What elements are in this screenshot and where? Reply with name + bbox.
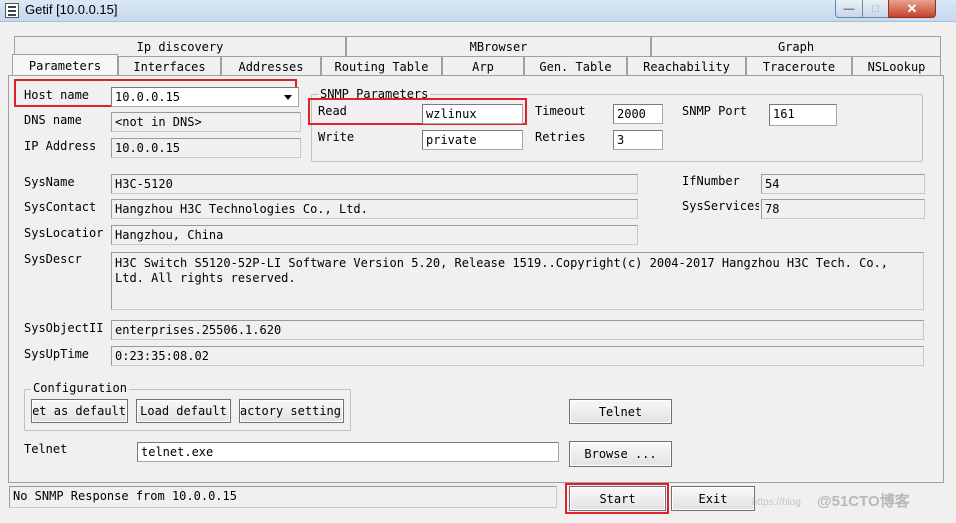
title-bar	[0, 0, 956, 22]
ip-address-label: IP Address	[24, 139, 97, 153]
factory-setting-label: Factory setting	[239, 404, 341, 418]
host-name-value: 10.0.0.15	[115, 90, 181, 104]
read-community-input[interactable]: wzlinux	[422, 104, 523, 124]
tab-traceroute[interactable]: Traceroute	[746, 56, 852, 76]
tab-reachability[interactable]: Reachability	[627, 56, 746, 76]
syslocation-label: SysLocatior	[24, 226, 104, 240]
sysservices-value: 78	[765, 202, 780, 216]
start-label: Start	[599, 491, 636, 506]
write-community-value: private	[426, 133, 477, 147]
write-label: Write	[318, 130, 355, 144]
maximize-button[interactable]: □	[862, 0, 889, 18]
dns-name-field: <not in DNS>	[111, 112, 301, 132]
close-button[interactable]: ✕	[888, 0, 936, 18]
telnet-label: Telnet	[24, 442, 68, 456]
snmp-port-input[interactable]: 161	[769, 104, 837, 126]
browse-button[interactable]: Browse ...	[569, 441, 672, 467]
tab-mbrowser[interactable]: MBrowser	[346, 36, 651, 56]
tab-nslookup[interactable]: NSLookup	[852, 56, 941, 76]
watermark-url: https://blog	[752, 497, 801, 508]
ifnumber-value: 54	[765, 177, 780, 191]
sysdescr-field: H3C Switch S5120-52P-LI Software Version…	[111, 252, 924, 310]
factory-setting-button[interactable]: Factory setting	[239, 399, 344, 423]
app-icon	[5, 3, 19, 18]
window-title: Getif [10.0.0.15]	[25, 2, 118, 17]
write-community-input[interactable]: private	[422, 130, 523, 150]
tab-graph[interactable]: Graph	[651, 36, 941, 56]
syslocation-field: Hangzhou, China	[111, 225, 638, 245]
syscontact-field: Hangzhou H3C Technologies Co., Ltd.	[111, 199, 638, 219]
minimize-button[interactable]: —	[835, 0, 863, 18]
sysservices-field: 78	[761, 199, 925, 219]
load-default-label: Load default	[140, 404, 227, 418]
tab-interfaces[interactable]: Interfaces	[118, 56, 221, 76]
read-community-value: wzlinux	[426, 107, 477, 121]
tab-parameters[interactable]: Parameters	[12, 54, 118, 76]
snmp-port-value: 161	[773, 107, 795, 121]
sysname-value: H3C-5120	[115, 177, 173, 191]
sysname-field: H3C-5120	[111, 174, 638, 194]
telnet-button-label: Telnet	[598, 404, 643, 419]
set-as-default-button[interactable]: Set as default	[31, 399, 128, 423]
sysobjectid-value: enterprises.25506.1.620	[115, 323, 282, 337]
dns-name-value: <not in DNS>	[115, 115, 202, 129]
ip-address-field: 10.0.0.15	[111, 138, 301, 158]
set-as-default-label: Set as default	[31, 404, 126, 418]
syscontact-label: SysContact	[24, 200, 97, 214]
telnet-path-value: telnet.exe	[141, 445, 214, 459]
sysuptime-field: 0:23:35:08.02	[111, 346, 924, 366]
retries-label: Retries	[535, 130, 586, 144]
sysuptime-label: SysUpTime	[24, 347, 90, 361]
host-name-label: Host name	[24, 88, 90, 102]
read-label: Read	[318, 104, 347, 118]
status-message: No SNMP Response from 10.0.0.15	[9, 486, 557, 508]
syscontact-value: Hangzhou H3C Technologies Co., Ltd.	[115, 202, 368, 216]
tab-gen-table[interactable]: Gen. Table	[524, 56, 627, 76]
timeout-input[interactable]: 2000	[613, 104, 663, 124]
sysobjectid-label: SysObjectII	[24, 321, 104, 335]
ip-address-value: 10.0.0.15	[115, 141, 181, 155]
retries-input[interactable]: 3	[613, 130, 663, 150]
tab-addresses[interactable]: Addresses	[221, 56, 321, 76]
sysobjectid-field: enterprises.25506.1.620	[111, 320, 924, 340]
tab-routing-table[interactable]: Routing Table	[321, 56, 442, 76]
timeout-label: Timeout	[535, 104, 586, 118]
ifnumber-label: IfNumber	[682, 174, 740, 188]
sysservices-label: SysServices	[682, 199, 759, 213]
snmp-port-label: SNMP Port	[682, 104, 748, 118]
sysdescr-label: SysDescr	[24, 252, 82, 266]
exit-button[interactable]: Exit	[671, 486, 755, 511]
exit-label: Exit	[698, 491, 728, 506]
syslocation-value: Hangzhou, China	[115, 228, 224, 242]
telnet-button[interactable]: Telnet	[569, 399, 672, 424]
tab-ip-discovery[interactable]: Ip discovery	[14, 36, 346, 56]
ifnumber-field: 54	[761, 174, 925, 194]
dns-name-label: DNS name	[24, 113, 82, 127]
tab-arp[interactable]: Arp	[442, 56, 524, 76]
chevron-down-icon[interactable]	[284, 95, 292, 100]
sysname-label: SysName	[24, 175, 75, 189]
retries-value: 3	[617, 133, 625, 147]
timeout-value: 2000	[617, 107, 646, 121]
host-name-combobox[interactable]: 10.0.0.15	[111, 87, 299, 107]
sysuptime-value: 0:23:35:08.02	[115, 349, 209, 363]
sysdescr-value: H3C Switch S5120-52P-LI Software Version…	[115, 256, 889, 285]
configuration-title: Configuration	[31, 381, 129, 395]
telnet-path-input[interactable]: telnet.exe	[137, 442, 559, 462]
status-text: No SNMP Response from 10.0.0.15	[13, 489, 237, 503]
watermark: @51CTO博客	[817, 493, 910, 510]
load-default-button[interactable]: Load default	[136, 399, 231, 423]
browse-label: Browse ...	[584, 447, 657, 461]
start-button[interactable]: Start	[569, 486, 666, 511]
